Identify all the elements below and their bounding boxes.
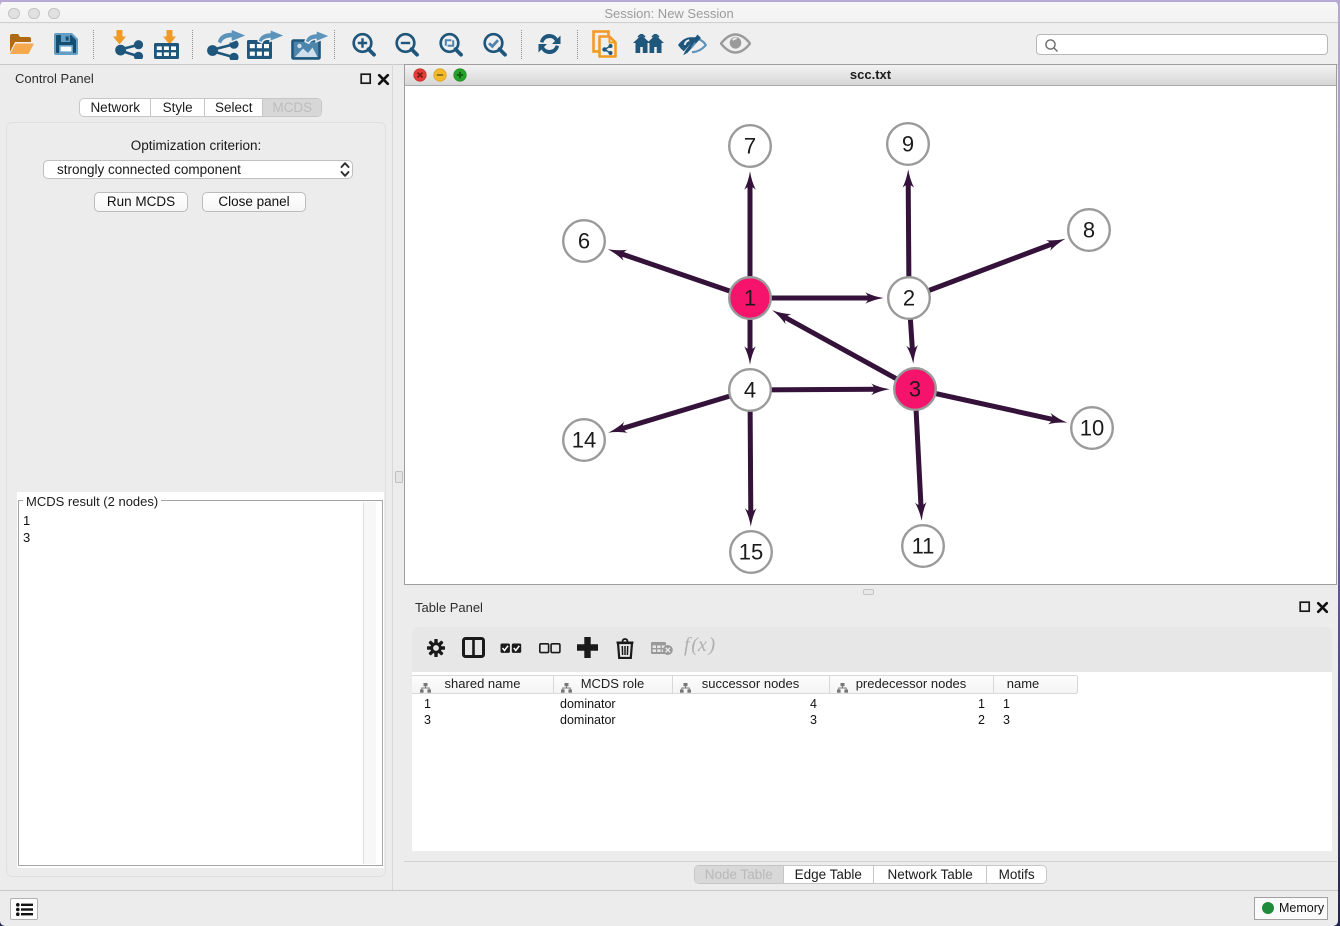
svg-text:10: 10 (1080, 416, 1104, 441)
svg-text:8: 8 (1083, 218, 1095, 243)
svg-text:15: 15 (739, 540, 763, 565)
svg-text:4: 4 (744, 378, 756, 403)
svg-text:6: 6 (578, 229, 590, 254)
svg-text:9: 9 (902, 132, 914, 157)
svg-text:2: 2 (903, 286, 915, 311)
svg-text:14: 14 (572, 428, 596, 453)
svg-text:1: 1 (744, 286, 756, 311)
svg-text:7: 7 (744, 134, 756, 159)
svg-text:11: 11 (912, 534, 935, 559)
svg-text:3: 3 (909, 377, 921, 402)
